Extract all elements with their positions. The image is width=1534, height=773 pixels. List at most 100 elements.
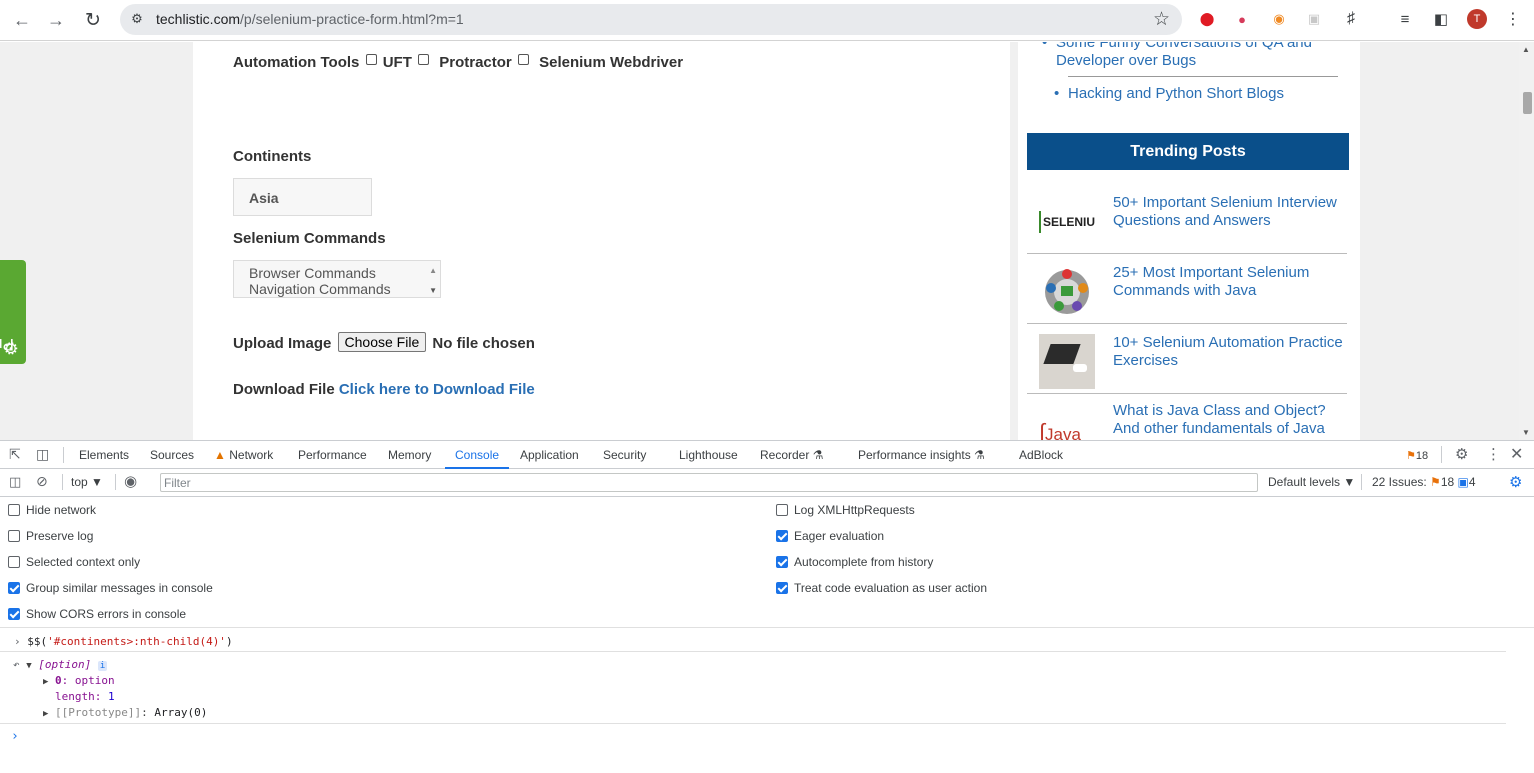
listbox-option[interactable]: Navigation Commands xyxy=(249,281,425,297)
checkbox-checked[interactable] xyxy=(776,530,788,542)
extensions-puzzle-icon[interactable]: ♯ xyxy=(1341,9,1361,29)
console-toolbar: ◫ ⊘ top ▼ ◉ Filter Default levels ▼ 22 I… xyxy=(0,469,1534,497)
tab-application[interactable]: Application xyxy=(520,448,579,462)
setting-preserve-log[interactable]: Preserve log xyxy=(8,529,93,543)
tab-console[interactable]: Console xyxy=(455,448,499,462)
tab-memory[interactable]: Memory xyxy=(388,448,431,462)
uft-checkbox[interactable] xyxy=(365,54,377,65)
setting-eager-evaluation[interactable]: Eager evaluation xyxy=(776,529,884,543)
extension-icon[interactable]: ● xyxy=(1232,9,1252,29)
tab-sources[interactable]: Sources xyxy=(150,448,194,462)
listbox-scroll-up-icon[interactable]: ▲ xyxy=(429,263,437,279)
setting-group-similar[interactable]: Group similar messages in console xyxy=(8,581,213,595)
extension-icon[interactable]: ▣ xyxy=(1304,9,1324,29)
trending-item[interactable]: ∫ Java What is Java Class and Object? And… xyxy=(1027,394,1347,440)
tab-lighthouse[interactable]: Lighthouse xyxy=(679,448,738,462)
tab-security[interactable]: Security xyxy=(603,448,646,462)
back-icon[interactable]: ← xyxy=(8,6,36,34)
setting-hide-network[interactable]: Hide network xyxy=(8,503,96,517)
site-settings-icon[interactable]: ⚙ xyxy=(126,8,148,30)
tab-recorder[interactable]: Recorder ⚗ xyxy=(760,448,823,462)
reload-icon[interactable]: ↻ xyxy=(79,6,107,34)
scroll-up-icon[interactable]: ▲ xyxy=(1522,45,1530,54)
continents-select[interactable]: Asia xyxy=(233,178,372,216)
opera-extension-icon[interactable]: ⬤ xyxy=(1197,9,1217,29)
close-devtools-icon[interactable]: ✕ xyxy=(1510,444,1523,464)
checkbox[interactable] xyxy=(8,530,20,542)
address-bar[interactable]: ⚙ techlistic.com/p/selenium-practice-for… xyxy=(120,4,1182,35)
sidebar-link[interactable]: • Hacking and Python Short Blogs xyxy=(1054,85,1338,103)
expand-triangle-icon[interactable]: ▼ xyxy=(26,661,31,671)
tab-adblock[interactable]: AdBlock xyxy=(1019,448,1063,462)
forward-icon[interactable]: → xyxy=(42,6,70,34)
checkbox-checked[interactable] xyxy=(8,582,20,594)
setting-log-xhr[interactable]: Log XMLHttpRequests xyxy=(776,503,915,517)
console-filter-input[interactable]: Filter xyxy=(160,473,1258,492)
tab-elements[interactable]: Elements xyxy=(79,448,129,462)
live-expression-eye-icon[interactable]: ◉ xyxy=(124,472,137,490)
trending-item[interactable]: 25+ Most Important Selenium Commands wit… xyxy=(1027,254,1347,324)
inspect-element-icon[interactable]: ⇱ xyxy=(9,446,21,463)
tab-performance[interactable]: Performance xyxy=(298,448,367,462)
expand-triangle-icon[interactable]: ▶ xyxy=(43,677,48,687)
prompt-chevron-icon: › xyxy=(14,635,21,648)
protractor-checkbox[interactable] xyxy=(418,54,430,65)
checkbox[interactable] xyxy=(8,504,20,516)
choose-file-button[interactable]: Choose File xyxy=(337,332,427,352)
console-input-prompt[interactable]: › xyxy=(11,729,19,744)
trending-item[interactable]: SELENIU 50+ Important Selenium Interview… xyxy=(1027,184,1347,254)
trending-link[interactable]: 50+ Important Selenium Interview Questio… xyxy=(1113,194,1348,230)
download-file-link[interactable]: Click here to Download File xyxy=(339,381,535,398)
issues-summary[interactable]: 22 Issues: ⚑18 ▣4 xyxy=(1372,475,1476,489)
selenium-commands-listbox[interactable]: Browser Commands Navigation Commands ▲ ▼ xyxy=(233,260,441,298)
media-queue-icon[interactable]: ≡ xyxy=(1395,9,1415,29)
console-tree-item[interactable]: ▶ [[Prototype]]: Array(0) xyxy=(43,706,207,719)
devtools-settings-gear-icon[interactable]: ⚙ xyxy=(1455,445,1468,463)
checkbox-checked[interactable] xyxy=(776,582,788,594)
tab-performance-insights[interactable]: Performance insights ⚗ xyxy=(858,448,985,462)
device-toolbar-icon[interactable]: ◫ xyxy=(36,446,49,463)
selenium-thumbnail: SELENIU xyxy=(1039,194,1095,249)
checkbox[interactable] xyxy=(776,504,788,516)
expand-triangle-icon[interactable]: ▶ xyxy=(43,709,48,719)
context-selector[interactable]: top ▼ xyxy=(71,475,103,489)
checkbox-checked[interactable] xyxy=(8,608,20,620)
console-result-header[interactable]: ↶ ▼ [option] i xyxy=(13,658,108,671)
trending-link[interactable]: 25+ Most Important Selenium Commands wit… xyxy=(1113,264,1348,300)
profile-avatar[interactable]: T xyxy=(1467,9,1487,29)
setting-selected-context-only[interactable]: Selected context only xyxy=(8,555,140,569)
trending-link[interactable]: What is Java Class and Object? And other… xyxy=(1113,402,1348,438)
setting-autocomplete-history[interactable]: Autocomplete from history xyxy=(776,555,933,569)
checkbox-checked[interactable] xyxy=(776,556,788,568)
side-panel-icon[interactable]: ◧ xyxy=(1431,9,1451,29)
sidebar-link[interactable]: • Some Funny Conversations of QA and Dev… xyxy=(1042,42,1326,70)
listbox-scroll-down-icon[interactable]: ▼ xyxy=(429,283,437,299)
console-settings-gear-icon[interactable]: ⚙ xyxy=(1509,473,1522,491)
scroll-down-icon[interactable]: ▼ xyxy=(1522,428,1530,437)
tab-network[interactable]: ▲ Network xyxy=(214,448,273,462)
log-levels-dropdown[interactable]: Default levels ▼ xyxy=(1268,475,1355,489)
console-tree-item[interactable]: ▶ 0: option xyxy=(43,674,115,687)
warning-icon: ▲ xyxy=(214,448,226,462)
browser-menu-icon[interactable]: ⋮ xyxy=(1503,9,1523,29)
checkbox[interactable] xyxy=(8,556,20,568)
listbox-option[interactable]: Browser Commands xyxy=(249,265,425,281)
trending-item[interactable]: 10+ Selenium Automation Practice Exercis… xyxy=(1027,324,1347,394)
info-badge-icon[interactable]: i xyxy=(97,661,108,671)
show-sidebar-icon[interactable]: ◫ xyxy=(9,474,21,490)
trending-link[interactable]: 10+ Selenium Automation Practice Exercis… xyxy=(1113,334,1348,370)
setting-show-cors-errors[interactable]: Show CORS errors in console xyxy=(8,607,186,621)
issues-counter[interactable]: ⚑18 xyxy=(1406,449,1428,462)
download-file-row: Download File Click here to Download Fil… xyxy=(233,381,535,398)
selenium-checkbox[interactable] xyxy=(517,54,529,65)
extension-icon[interactable]: ◉ xyxy=(1269,9,1289,29)
warning-flag-icon: ⚑ xyxy=(1430,475,1441,489)
url-text[interactable]: techlistic.com/p/selenium-practice-form.… xyxy=(156,11,464,27)
bookmark-star-icon[interactable]: ☆ xyxy=(1153,8,1170,31)
clear-console-icon[interactable]: ⊘ xyxy=(36,473,48,490)
devtools-menu-icon[interactable]: ⋮ xyxy=(1486,445,1501,463)
privacy-tab[interactable]: ⚙ Privacy xyxy=(0,260,26,364)
setting-treat-code-evaluation[interactable]: Treat code evaluation as user action xyxy=(776,581,987,595)
scrollbar-thumb[interactable] xyxy=(1523,92,1532,114)
page-scrollbar[interactable]: ▲ ▼ xyxy=(1519,42,1534,440)
